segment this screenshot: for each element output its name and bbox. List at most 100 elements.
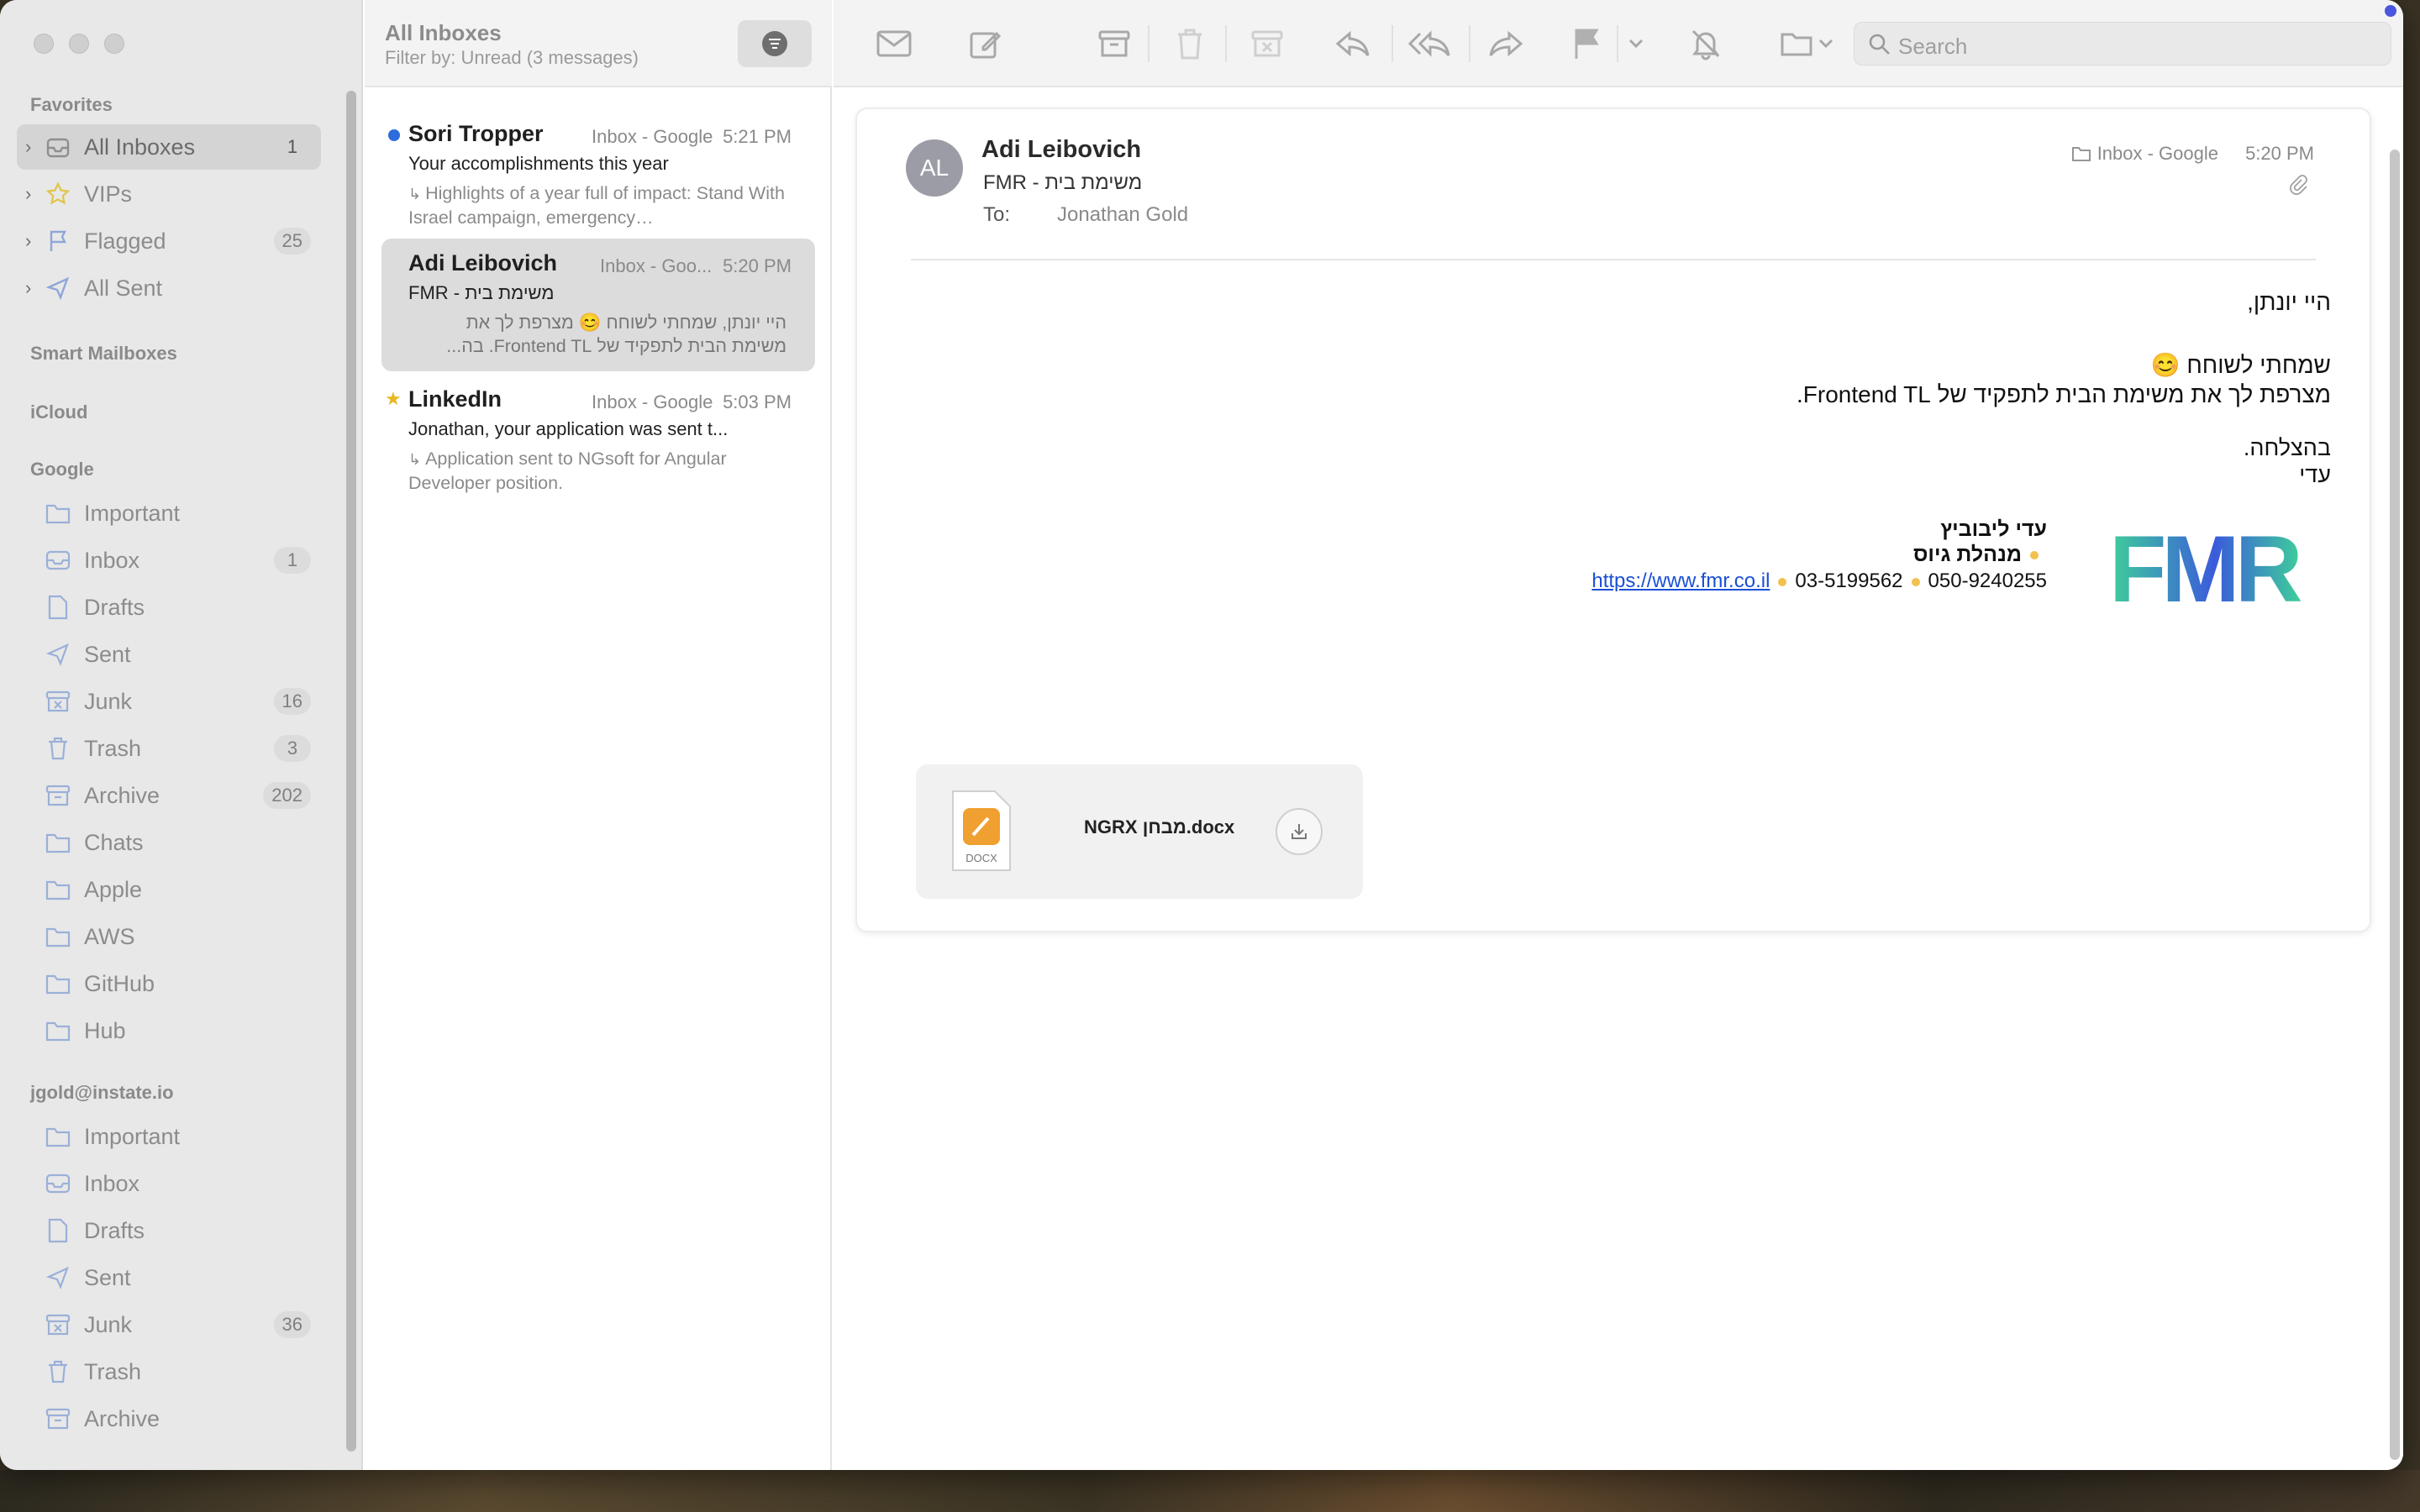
flag-icon — [44, 227, 72, 255]
paper-plane-icon — [44, 1263, 72, 1292]
sidebar-item-important[interactable]: Important — [17, 491, 321, 536]
sidebar-item-all-sent[interactable]: › All Sent — [17, 265, 321, 311]
sidebar-item-label: Junk — [84, 1311, 133, 1337]
chevron-right-icon[interactable]: › — [25, 230, 31, 252]
sidebar-item-aws[interactable]: AWS — [17, 914, 321, 959]
search-icon — [1869, 34, 1890, 55]
toolbar-separator — [1617, 25, 1618, 62]
message-time: 5:21 PM — [723, 126, 792, 147]
sidebar-item-label: VIPs — [84, 181, 133, 207]
section-smart-mailboxes[interactable]: Smart Mailboxes — [30, 343, 177, 365]
delete-button[interactable] — [1168, 24, 1212, 64]
message-row-selected[interactable]: Adi Leibovich Inbox - Goo... 5:20 PM FMR… — [381, 239, 815, 371]
attachment-tile[interactable]: DOCX NGRX מבחן.docx — [916, 764, 1363, 899]
reply-icon — [1335, 30, 1370, 57]
email-sender[interactable]: Adi Leibovich — [981, 136, 1141, 164]
get-mail-button[interactable] — [872, 24, 916, 64]
message-sender: LinkedIn — [408, 386, 502, 412]
sidebar-item-all-inboxes[interactable]: › All Inboxes 1 — [17, 124, 321, 170]
bullet-dot — [1778, 577, 1787, 586]
signature-phone: 050-9240255 — [1928, 570, 2047, 592]
desktop-wallpaper — [0, 1470, 2420, 1512]
zoom-button[interactable] — [104, 34, 124, 54]
document-icon — [44, 593, 72, 622]
filter-button[interactable] — [738, 20, 812, 67]
sidebar-item-hub[interactable]: Hub — [17, 1008, 321, 1053]
sidebar-item-archive[interactable]: Archive 202 — [17, 773, 321, 818]
sidebar-item-apple[interactable]: Apple — [17, 867, 321, 912]
message-row[interactable]: Sori Tropper Inbox - Google 5:21 PM Your… — [381, 109, 815, 235]
message-list-pane: All Inboxes Filter by: Unread (3 message… — [365, 0, 832, 1470]
flag-button[interactable] — [1565, 24, 1608, 64]
count-badge: 36 — [273, 1311, 311, 1338]
chevron-right-icon[interactable]: › — [25, 277, 31, 299]
reply-all-button[interactable] — [1405, 24, 1455, 64]
sidebar-item-label: Inbox — [84, 547, 140, 573]
sidebar-item-sent[interactable]: Sent — [17, 632, 321, 677]
message-subject: Your accomplishments this year — [408, 153, 669, 174]
email-mailbox-label: Inbox - Google — [2096, 143, 2218, 164]
flag-menu-button[interactable] — [1625, 24, 1647, 64]
folder-icon — [1781, 33, 1812, 56]
message-sender: Sori Tropper — [408, 121, 544, 146]
section-account-instate[interactable]: jgold@instate.io — [30, 1082, 174, 1104]
archive-button[interactable] — [1092, 24, 1136, 64]
forward-button[interactable] — [1482, 24, 1529, 64]
message-mailbox: Inbox - Google — [592, 391, 713, 412]
email-mailbox: Inbox - Google — [2071, 143, 2218, 165]
chevron-down-icon — [1628, 39, 1644, 49]
message-time: 5:03 PM — [723, 391, 792, 412]
list-header: All Inboxes Filter by: Unread (3 message… — [365, 0, 832, 87]
reply-button[interactable] — [1329, 24, 1376, 64]
message-preview: ↳ Highlights of a year full of impact: S… — [408, 181, 786, 229]
close-button[interactable] — [34, 34, 54, 54]
message-mailbox: Inbox - Goo... — [600, 255, 713, 276]
sidebar-item-label: All Sent — [84, 275, 163, 301]
sidebar-item-inbox[interactable]: Inbox 1 — [17, 538, 321, 583]
section-icloud[interactable]: iCloud — [30, 402, 87, 423]
section-google[interactable]: Google — [30, 459, 94, 480]
download-button[interactable] — [1276, 808, 1323, 855]
minimize-button[interactable] — [69, 34, 89, 54]
archive-icon — [44, 1404, 72, 1433]
junk-icon — [1251, 30, 1283, 57]
sidebar-item-drafts[interactable]: Drafts — [17, 585, 321, 630]
mute-button[interactable] — [1684, 24, 1728, 64]
sidebar-item-github[interactable]: GitHub — [17, 961, 321, 1006]
archive-icon — [44, 781, 72, 810]
sidebar-item-label: Drafts — [84, 1217, 145, 1243]
sidebar-item-sent[interactable]: Sent — [17, 1255, 321, 1300]
sidebar-item-important[interactable]: Important — [17, 1114, 321, 1159]
sidebar-item-drafts[interactable]: Drafts — [17, 1208, 321, 1253]
email-recipient[interactable]: Jonathan Gold — [1057, 203, 1188, 227]
reading-pane-scrollbar[interactable] — [2390, 150, 2400, 1460]
signature-link[interactable]: https://www.fmr.co.il — [1591, 570, 1770, 592]
sidebar-item-trash[interactable]: Trash — [17, 1349, 321, 1394]
sidebar-item-vips[interactable]: › VIPs — [17, 171, 321, 217]
sidebar-item-chats[interactable]: Chats — [17, 820, 321, 865]
compose-button[interactable] — [963, 24, 1007, 64]
message-subject: FMR - משימת בית — [408, 282, 555, 303]
list-title: All Inboxes — [385, 20, 502, 45]
mail-window: Favorites › All Inboxes 1 › VIPs › Flagg… — [0, 0, 2403, 1470]
sidebar-item-trash[interactable]: Trash 3 — [17, 726, 321, 771]
sidebar-item-junk[interactable]: Junk 16 — [17, 679, 321, 724]
junk-button[interactable] — [1245, 24, 1289, 64]
sidebar-item-junk[interactable]: Junk 36 — [17, 1302, 321, 1347]
sidebar-item-label: Flagged — [84, 228, 166, 254]
sidebar-item-inbox[interactable]: Inbox — [17, 1161, 321, 1206]
sidebar-item-archive[interactable]: Archive — [17, 1396, 321, 1441]
junk-icon — [44, 1310, 72, 1339]
message-row[interactable]: ★ LinkedIn Inbox - Google 5:03 PM Jonath… — [381, 375, 815, 501]
toolbar-separator — [1469, 25, 1470, 62]
chevron-right-icon[interactable]: › — [25, 136, 31, 158]
sidebar-item-label: Archive — [84, 1405, 160, 1431]
inbox-icon — [44, 546, 72, 575]
message-preview: ↳ Application sent to NGsoft for Angular… — [408, 447, 786, 495]
sidebar-scrollbar[interactable] — [346, 91, 356, 1452]
move-to-folder-button[interactable] — [1775, 24, 1839, 64]
sidebar-item-flagged[interactable]: › Flagged 25 — [17, 218, 321, 264]
envelope-icon — [876, 30, 912, 57]
chevron-right-icon[interactable]: › — [25, 183, 31, 205]
search-field[interactable]: Search — [1854, 22, 2391, 66]
